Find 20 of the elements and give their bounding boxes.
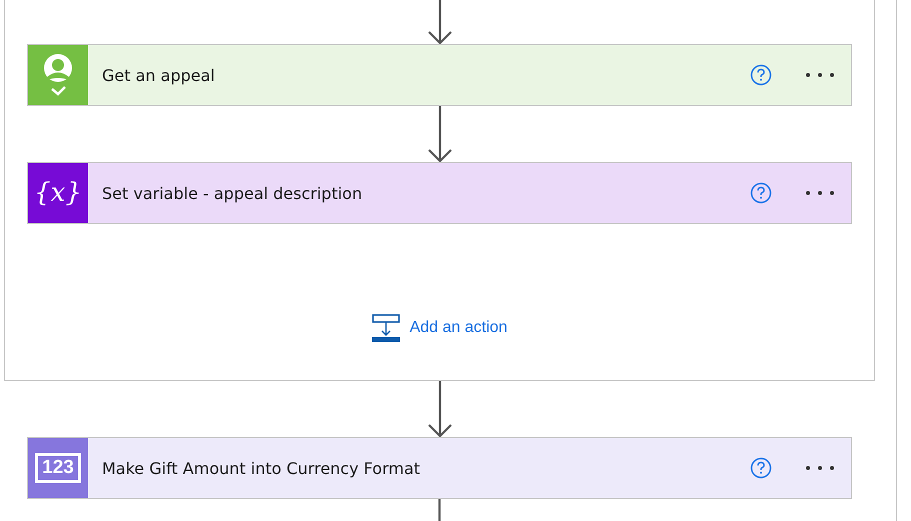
help-icon[interactable] xyxy=(750,182,772,204)
action-title: Make Gift Amount into Currency Format xyxy=(102,458,422,478)
help-icon[interactable] xyxy=(750,64,772,86)
action-card[interactable]: {x} Set variable - appeal description xyxy=(27,162,852,224)
connector-arrow xyxy=(426,381,452,437)
action-title: Set variable - appeal description xyxy=(102,184,364,202)
add-action-button[interactable]: Add an action xyxy=(372,314,508,342)
connector-line xyxy=(438,499,441,521)
more-icon[interactable] xyxy=(805,72,835,78)
number-icon: 123 xyxy=(28,438,88,498)
more-icon[interactable] xyxy=(805,190,835,196)
action-card[interactable]: 123 Make Gift Amount into Currency Format xyxy=(27,437,852,499)
connector-arrow xyxy=(426,0,452,44)
action-card[interactable]: Get an appeal xyxy=(27,44,852,106)
action-title: Get an appeal xyxy=(102,66,216,84)
more-icon[interactable] xyxy=(805,465,835,471)
variable-icon: {x} xyxy=(28,163,88,223)
help-icon[interactable] xyxy=(750,457,772,479)
connector-arrow xyxy=(426,106,452,162)
insert-icon xyxy=(372,314,400,342)
